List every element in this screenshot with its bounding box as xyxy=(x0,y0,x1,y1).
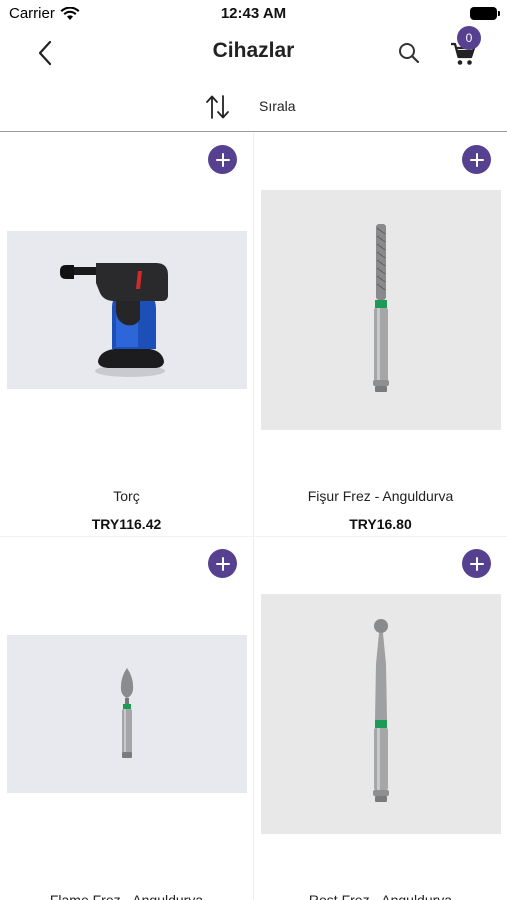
status-bar: Carrier 12:43 AM xyxy=(0,0,507,28)
product-image-round-bur[interactable] xyxy=(261,594,501,834)
product-card[interactable]: Fişur Frez - Anguldurva TRY16.80 xyxy=(254,133,507,537)
sort-icon xyxy=(206,95,229,119)
add-to-cart-button[interactable] xyxy=(208,145,237,174)
search-icon xyxy=(399,43,420,64)
product-image-fissure-bur[interactable] xyxy=(261,190,501,430)
product-name: Flame Frez - Anguldurva xyxy=(49,892,204,900)
torch-image xyxy=(60,263,168,377)
product-name: Torç xyxy=(113,488,140,504)
product-name: Rost Frez - Anguldurva xyxy=(308,892,453,900)
product-card[interactable]: Rost Frez - Anguldurva xyxy=(254,537,507,900)
round-bur-image xyxy=(373,619,389,802)
status-time: 12:43 AM xyxy=(220,5,287,22)
plus-icon xyxy=(215,152,230,167)
add-to-cart-button[interactable] xyxy=(462,145,491,174)
product-price: TRY116.42 xyxy=(91,516,162,532)
navigation-bar: Cihazlar xyxy=(0,28,507,76)
add-to-cart-button[interactable] xyxy=(462,549,491,578)
plus-icon xyxy=(469,556,484,571)
add-to-cart-button[interactable] xyxy=(208,549,237,578)
battery-icon xyxy=(470,7,500,20)
product-name: Fişur Frez - Anguldurva xyxy=(307,488,454,504)
search-button[interactable] xyxy=(394,38,424,68)
sort-label: Sırala xyxy=(259,98,296,114)
plus-icon xyxy=(469,152,484,167)
flame-bur-image xyxy=(120,668,134,758)
product-card[interactable]: Torç TRY116.42 xyxy=(0,133,253,537)
product-card[interactable]: Flame Frez - Anguldurva xyxy=(0,537,253,900)
cart-count-badge: 0 xyxy=(457,26,481,50)
product-price: TRY16.80 xyxy=(349,516,412,532)
plus-icon xyxy=(215,556,230,571)
product-image-flame-bur[interactable] xyxy=(7,635,247,793)
product-image-torch[interactable] xyxy=(7,231,247,389)
fissure-bur-image xyxy=(373,224,389,392)
sort-bar[interactable]: Sırala xyxy=(0,80,507,132)
page-title: Cihazlar xyxy=(212,39,295,62)
product-grid: Torç TRY116.42 Fişur Frez - Anguldurva T… xyxy=(0,133,507,900)
